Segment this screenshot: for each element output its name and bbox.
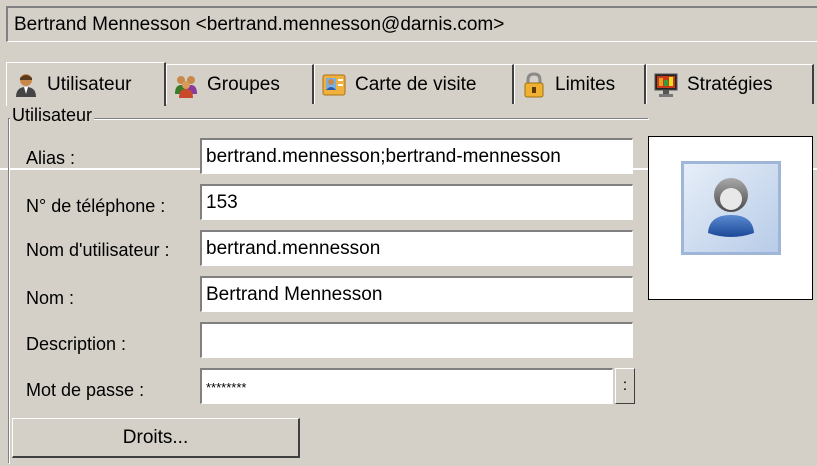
tab-limites[interactable]: Limites: [514, 64, 646, 104]
phone-label: N° de téléphone :: [26, 196, 166, 216]
name-field[interactable]: [200, 276, 633, 312]
password-options-button[interactable]: :: [615, 368, 635, 404]
monitor-icon: [654, 73, 678, 97]
business-card-icon: [322, 74, 346, 95]
tab-label: Carte de visite: [355, 73, 477, 95]
password-field[interactable]: [200, 368, 613, 404]
description-field[interactable]: [200, 322, 633, 358]
tab-label: Stratégies: [687, 73, 773, 95]
alias-field[interactable]: [200, 138, 633, 174]
tab-label: Utilisateur: [47, 73, 132, 95]
alias-label: Alias :: [26, 148, 76, 168]
tab-label: Limites: [555, 73, 616, 95]
tab-utilisateur[interactable]: Utilisateur: [6, 62, 166, 106]
tab-strip: Utilisateur Groupes Carte de visite Limi…: [0, 62, 817, 170]
tab-groupes[interactable]: Groupes: [166, 64, 314, 104]
tab-label: Groupes: [207, 73, 280, 95]
user-avatar-icon: [681, 161, 781, 255]
avatar: [648, 136, 813, 300]
groupbox-legend: Utilisateur: [10, 105, 95, 126]
groups-icon: [175, 75, 197, 98]
tab-strategies[interactable]: Stratégies: [646, 64, 814, 104]
user-icon: [16, 73, 36, 97]
username-label: Nom d'utilisateur :: [26, 240, 170, 260]
tab-carte-de-visite[interactable]: Carte de visite: [314, 64, 514, 104]
description-label: Description :: [26, 334, 127, 354]
name-label: Nom :: [26, 288, 75, 308]
lock-icon: [524, 71, 544, 97]
phone-field[interactable]: [200, 184, 633, 220]
window-title: Bertrand Mennesson <bertrand.mennesson@d…: [6, 6, 817, 42]
password-label: Mot de passe :: [26, 380, 145, 400]
username-field[interactable]: [200, 230, 633, 266]
rights-button[interactable]: Droits...: [12, 418, 300, 458]
